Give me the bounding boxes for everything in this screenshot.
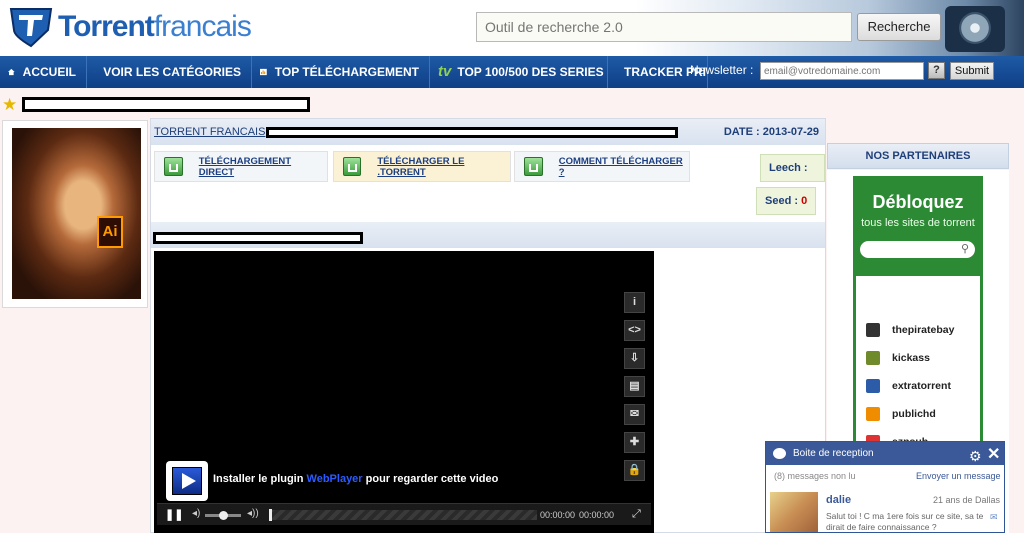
sender-name[interactable]: dalie xyxy=(826,494,851,506)
breadcrumb: TORRENT FRANCAIS DATE : 2013-07-29 xyxy=(151,119,825,145)
volume-up-icon[interactable]: ◂)) xyxy=(247,508,259,519)
gear-icon[interactable]: ⚙ xyxy=(969,445,982,468)
redacted-section-title xyxy=(153,232,363,244)
breadcrumb-home-link[interactable]: TORRENT FRANCAIS xyxy=(154,126,265,138)
chart-icon xyxy=(260,68,267,76)
site-header: Torrentfrancais Recherche xyxy=(0,0,1024,56)
embed-code-icon[interactable]: <> xyxy=(624,320,645,341)
search-button[interactable]: Recherche xyxy=(857,13,941,41)
playlist-icon[interactable]: ▤ xyxy=(624,376,645,397)
volume-knob[interactable] xyxy=(219,511,228,520)
chat-inbox-widget: Boite de reception ⚙ ✕ (8) messages non … xyxy=(765,441,1005,533)
disc-graphic xyxy=(945,6,1005,52)
webplayer-link[interactable]: WebPlayer xyxy=(307,473,363,485)
direct-download-button[interactable]: TÉLÉCHARGEMENT DIRECT xyxy=(154,151,328,182)
ad-site-item[interactable]: kickass xyxy=(866,351,930,365)
piratebay-icon xyxy=(866,323,880,337)
tv-icon: tv xyxy=(438,63,452,80)
chat-bubble-icon xyxy=(773,448,786,459)
publichd-icon xyxy=(866,407,880,421)
button-label: COMMENT TÉLÉCHARGER ? xyxy=(558,155,683,178)
nav-label: VOIR LES CATÉGORIES xyxy=(103,65,241,79)
logo-shield-icon xyxy=(9,8,53,48)
torrent-thumbnail xyxy=(12,128,141,299)
utorrent-icon xyxy=(343,157,362,176)
current-time: 00:00:00 xyxy=(540,510,576,520)
upload-date: DATE : 2013-07-29 xyxy=(723,126,819,138)
redacted-title xyxy=(22,97,310,112)
email-icon[interactable]: ✉ xyxy=(624,404,645,425)
star-icon: ★ xyxy=(2,95,18,114)
site-logo[interactable]: Torrentfrancais xyxy=(8,6,252,48)
nav-top-telechargement[interactable]: TOP TÉLÉCHARGEMENT xyxy=(252,56,430,88)
close-icon[interactable]: ✕ xyxy=(987,443,1000,466)
ad-site-item[interactable]: thepiratebay xyxy=(866,323,954,337)
ad-subtitle: tous les sites de torrent xyxy=(861,217,975,229)
seed-count: Seed : 0 xyxy=(756,187,817,215)
video-player[interactable]: i <> ⇩ ▤ ✉ ✚ 🔒 Installer le plugin WebPl… xyxy=(154,251,654,533)
nav-label: ACCUEIL xyxy=(22,65,76,79)
redacted-breadcrumb xyxy=(266,127,678,138)
newsletter-submit-button[interactable]: Submit xyxy=(950,62,994,80)
newsletter-help-button[interactable]: ? xyxy=(928,62,945,79)
illustrator-logo: Ai xyxy=(97,216,123,248)
chat-header: Boite de reception ⚙ ✕ xyxy=(766,442,1004,465)
ad-site-item[interactable]: publichd xyxy=(866,407,936,421)
section-header xyxy=(151,222,825,248)
newsletter-email-input[interactable] xyxy=(760,62,924,80)
add-icon[interactable]: ✚ xyxy=(624,432,645,453)
envelope-icon[interactable]: ✉ xyxy=(990,512,998,523)
info-icon[interactable]: i xyxy=(624,292,645,313)
lock-icon[interactable]: 🔒 xyxy=(624,460,645,481)
volume-down-icon[interactable]: ◂) xyxy=(192,508,200,519)
ad-search-input[interactable]: ⚲ xyxy=(860,241,975,258)
message-preview[interactable]: Salut toi ! C ma 1ere fois sur ce site, … xyxy=(826,511,991,533)
chat-title: Boite de reception xyxy=(793,448,874,459)
download-icon[interactable]: ⇩ xyxy=(624,348,645,369)
plugin-message: Installer le plugin WebPlayer pour regar… xyxy=(213,473,499,485)
home-icon xyxy=(8,68,15,76)
leech-count: Leech : 0 xyxy=(760,154,825,200)
nav-label: TOP TÉLÉCHARGEMENT xyxy=(274,65,419,79)
ad-site-item[interactable]: extratorrent xyxy=(866,379,951,393)
how-to-download-button[interactable]: COMMENT TÉLÉCHARGER ? xyxy=(514,151,690,182)
avatar[interactable] xyxy=(770,492,818,532)
nav-categories[interactable]: VOIR LES CATÉGORIES xyxy=(87,56,252,88)
thumbnail-box: Ai xyxy=(2,120,148,308)
nav-top-series[interactable]: tv TOP 100/500 DES SERIES xyxy=(430,56,608,88)
logo-text: Torrentfrancais xyxy=(58,10,252,43)
seek-handle[interactable] xyxy=(269,509,272,521)
play-plugin-icon[interactable] xyxy=(166,461,208,501)
nav-accueil[interactable]: ACCUEIL xyxy=(0,56,87,88)
nav-label: TOP 100/500 DES SERIES xyxy=(457,65,604,79)
seek-bar[interactable] xyxy=(269,510,537,520)
utorrent-icon xyxy=(524,157,543,176)
button-label: TÉLÉCHARGEMENT DIRECT xyxy=(198,155,292,178)
player-controls: ❚❚ ◂) ◂)) 00:00:00 00:00:00 ⤢ xyxy=(157,503,651,525)
extratorrent-icon xyxy=(866,379,880,393)
ad-title: Débloquez xyxy=(872,192,964,212)
partners-heading: NOS PARTENAIRES xyxy=(827,143,1009,169)
send-message-link[interactable]: Envoyer un message xyxy=(916,471,1001,481)
search-icon: ⚲ xyxy=(960,243,969,255)
unread-count: (8) messages non lu xyxy=(774,471,856,481)
utorrent-icon xyxy=(164,157,183,176)
total-time: 00:00:00 xyxy=(579,510,615,520)
fullscreen-icon[interactable]: ⤢ xyxy=(632,508,641,521)
sender-meta: 21 ans de Dallas xyxy=(933,495,1001,505)
kickass-icon xyxy=(866,351,880,365)
torrent-detail-panel: TORRENT FRANCAIS DATE : 2013-07-29 TÉLÉC… xyxy=(150,118,826,533)
newsletter-label: Newsletter : xyxy=(690,63,754,77)
search-input[interactable] xyxy=(476,12,852,42)
button-label: TÉLÉCHARGER LE .TORRENT xyxy=(377,155,465,178)
download-torrent-button[interactable]: TÉLÉCHARGER LE .TORRENT xyxy=(333,151,511,182)
pause-icon[interactable]: ❚❚ xyxy=(165,508,183,521)
